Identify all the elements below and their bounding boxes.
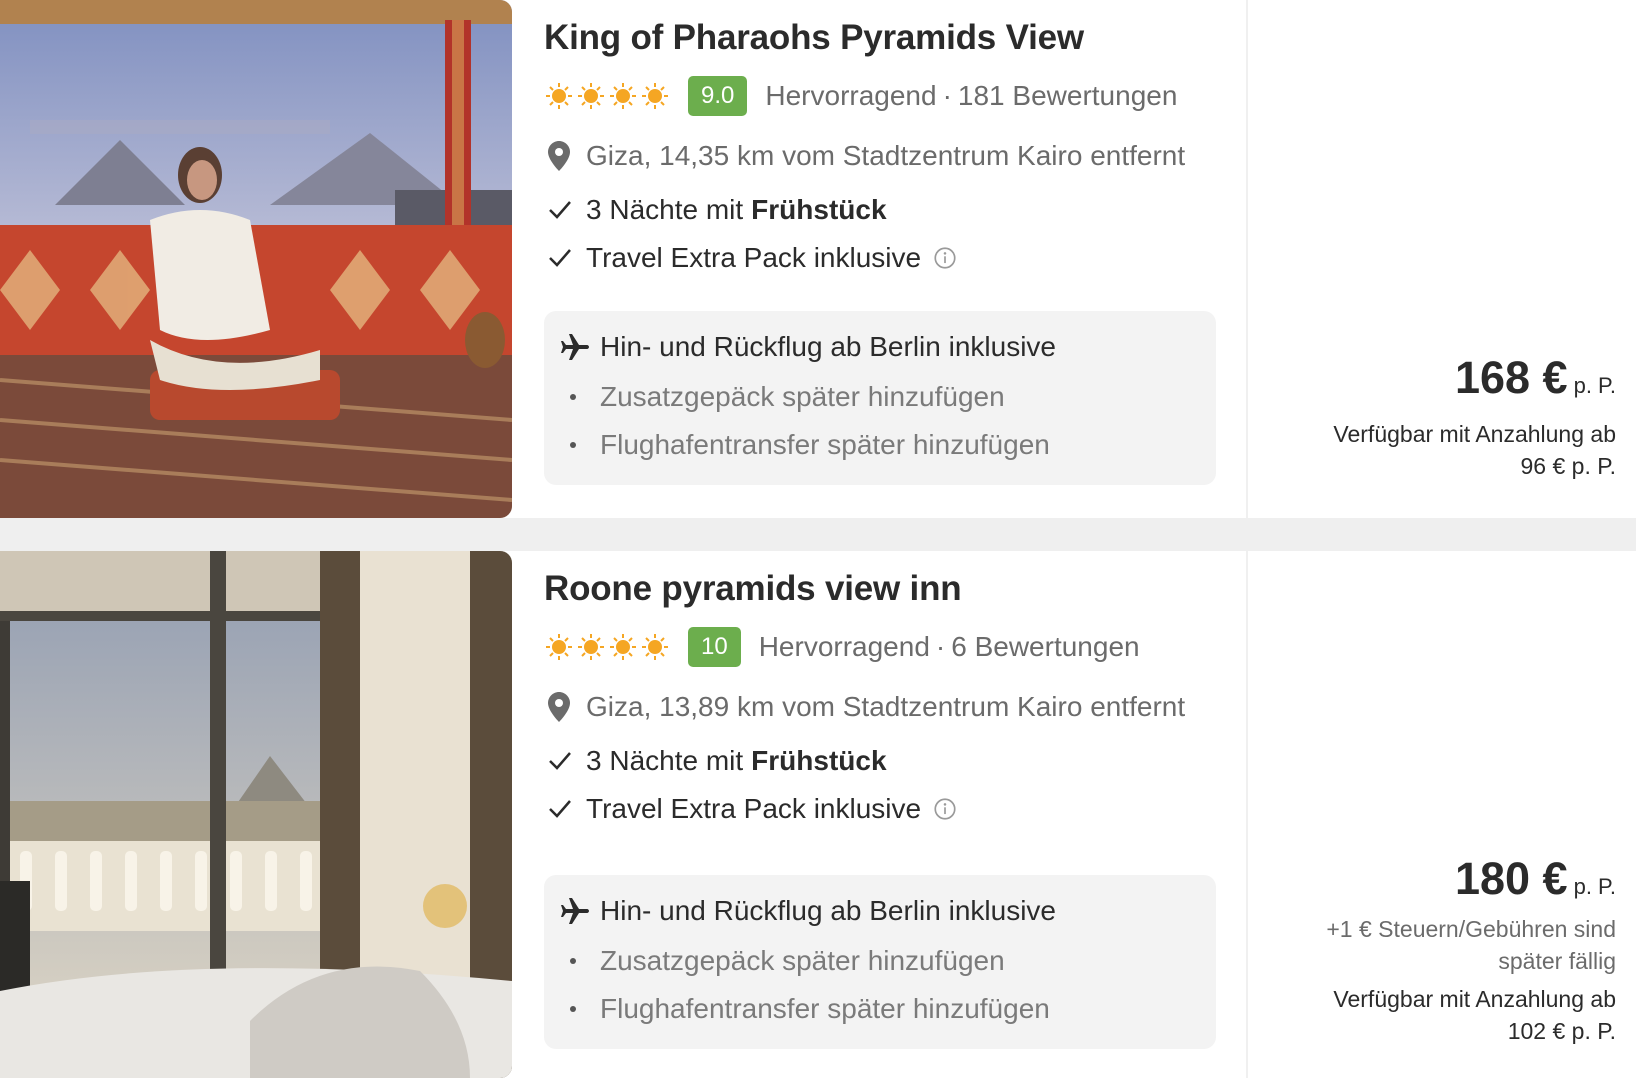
sun-icon — [610, 83, 636, 109]
addon-luggage-row[interactable]: Zusatzgepäck später hinzufügen — [570, 945, 1005, 977]
hotel-photo[interactable] — [0, 551, 512, 1078]
sun-icon — [578, 634, 604, 660]
info-icon[interactable] — [933, 247, 957, 269]
fees-line-1: +1 € Steuern/Gebühren sind — [1326, 916, 1616, 942]
deposit-line-2: 96 € p. P. — [1520, 453, 1617, 479]
location-text: Giza, 13,89 km vom Stadtzentrum Kairo en… — [586, 691, 1186, 722]
addon-transfer-text: Flughafentransfer später hinzufügen — [600, 429, 1050, 460]
rating-row: 10 Hervorragend · 6 Bewertungen — [546, 625, 1140, 669]
location-text: Giza, 14,35 km vom Stadtzentrum Kairo en… — [586, 140, 1186, 171]
nights-text: 3 Nächte mit — [586, 745, 744, 776]
column-divider — [1246, 551, 1248, 1078]
hotel-offer-card[interactable]: Roone pyramids view inn 10 Hervorragend ·… — [0, 551, 1636, 1078]
board-row: 3 Nächte mit Frühstück — [548, 194, 887, 226]
board-type: Frühstück — [751, 194, 887, 225]
score-badge: 10 — [688, 627, 741, 667]
deposit-line-1: Verfügbar mit Anzahlung ab — [1333, 421, 1616, 447]
location-pin-icon — [548, 692, 570, 722]
fees-note: +1 € Steuern/Gebühren sind später fällig — [1256, 913, 1616, 977]
fees-line-2: später fällig — [1498, 948, 1616, 974]
rating-row: 9.0 Hervorragend · 181 Bewertungen — [546, 74, 1177, 118]
rating-label: Hervorragend — [758, 631, 930, 662]
location-row: Giza, 13,89 km vom Stadtzentrum Kairo en… — [548, 691, 1185, 723]
check-icon — [549, 752, 571, 770]
price-unit: p. P. — [1573, 373, 1616, 398]
hotel-offer-card[interactable]: King of Pharaohs Pyramids View 9.0 Hervo… — [0, 0, 1636, 518]
extra-pack-text: Travel Extra Pack inklusive — [586, 793, 922, 824]
room-pyramid-view-image — [0, 551, 512, 1078]
flight-text: Hin- und Rückflug ab Berlin inklusive — [600, 895, 1056, 926]
bullet — [570, 394, 576, 400]
addon-transfer-row[interactable]: Flughafentransfer später hinzufügen — [570, 429, 1050, 461]
hotel-photo[interactable] — [0, 0, 512, 518]
bullet — [570, 442, 576, 448]
board-type: Frühstück — [751, 745, 887, 776]
price-value: 168 € — [1454, 352, 1568, 403]
separator-dot: · — [935, 631, 946, 662]
check-icon — [549, 800, 571, 818]
airplane-icon — [561, 334, 589, 360]
addon-luggage-row[interactable]: Zusatzgepäck später hinzufügen — [570, 381, 1005, 413]
deposit-note: Verfügbar mit Anzahlung ab 96 € p. P. — [1256, 418, 1616, 482]
sun-icon — [610, 634, 636, 660]
flight-info-box: Hin- und Rückflug ab Berlin inklusive Zu… — [544, 311, 1216, 485]
rating-summary[interactable]: Hervorragend · 181 Bewertungen — [765, 80, 1177, 112]
rating-summary[interactable]: Hervorragend · 6 Bewertungen — [759, 631, 1140, 663]
deposit-note: Verfügbar mit Anzahlung ab 102 € p. P. — [1256, 983, 1616, 1047]
location-pin-icon — [548, 141, 570, 171]
price-value: 180 € — [1454, 853, 1568, 904]
flight-row: Hin- und Rückflug ab Berlin inklusive — [560, 895, 1056, 927]
separator-dot: · — [942, 80, 952, 111]
check-icon — [549, 249, 571, 267]
price-line: 180 € p. P. — [1256, 853, 1616, 905]
sun-icon — [642, 634, 668, 660]
score-badge: 9.0 — [688, 76, 748, 116]
review-count: 181 Bewertungen — [957, 80, 1178, 111]
bullet — [570, 1006, 576, 1012]
sun-icon — [578, 83, 604, 109]
flight-row: Hin- und Rückflug ab Berlin inklusive — [560, 331, 1056, 363]
flight-text: Hin- und Rückflug ab Berlin inklusive — [600, 331, 1056, 362]
review-count: 6 Bewertungen — [951, 631, 1140, 662]
location-row: Giza, 14,35 km vom Stadtzentrum Kairo en… — [548, 140, 1185, 172]
deposit-line-1: Verfügbar mit Anzahlung ab — [1333, 986, 1616, 1012]
airplane-icon — [561, 898, 589, 924]
addon-transfer-row[interactable]: Flughafentransfer später hinzufügen — [570, 993, 1050, 1025]
addon-luggage-text: Zusatzgepäck später hinzufügen — [600, 381, 1005, 412]
rating-label: Hervorragend — [765, 80, 937, 111]
price-line: 168 € p. P. — [1256, 352, 1616, 404]
addon-luggage-text: Zusatzgepäck später hinzufügen — [600, 945, 1005, 976]
extra-pack-row: Travel Extra Pack inklusive — [548, 242, 971, 274]
check-icon — [549, 201, 571, 219]
hotel-title[interactable]: Roone pyramids view inn — [544, 569, 962, 609]
extra-pack-text: Travel Extra Pack inklusive — [586, 242, 922, 273]
hotel-title[interactable]: King of Pharaohs Pyramids View — [544, 18, 1084, 58]
sun-icon — [642, 83, 668, 109]
flight-info-box: Hin- und Rückflug ab Berlin inklusive Zu… — [544, 875, 1216, 1049]
price-block[interactable]: 168 € p. P. Verfügbar mit Anzahlung ab 9… — [1256, 352, 1616, 482]
column-divider — [1246, 0, 1248, 518]
deposit-line-2: 102 € p. P. — [1507, 1018, 1616, 1044]
price-block[interactable]: 180 € p. P. +1 € Steuern/Gebühren sind s… — [1256, 853, 1616, 1047]
sun-icon — [546, 83, 572, 109]
extra-pack-row: Travel Extra Pack inklusive — [548, 793, 971, 825]
nights-text: 3 Nächte mit — [586, 194, 744, 225]
rooftop-pyramids-image — [0, 0, 512, 518]
price-unit: p. P. — [1573, 874, 1616, 899]
board-row: 3 Nächte mit Frühstück — [548, 745, 887, 777]
info-icon[interactable] — [933, 798, 957, 820]
bullet — [570, 958, 576, 964]
sun-icon — [546, 634, 572, 660]
addon-transfer-text: Flughafentransfer später hinzufügen — [600, 993, 1050, 1024]
